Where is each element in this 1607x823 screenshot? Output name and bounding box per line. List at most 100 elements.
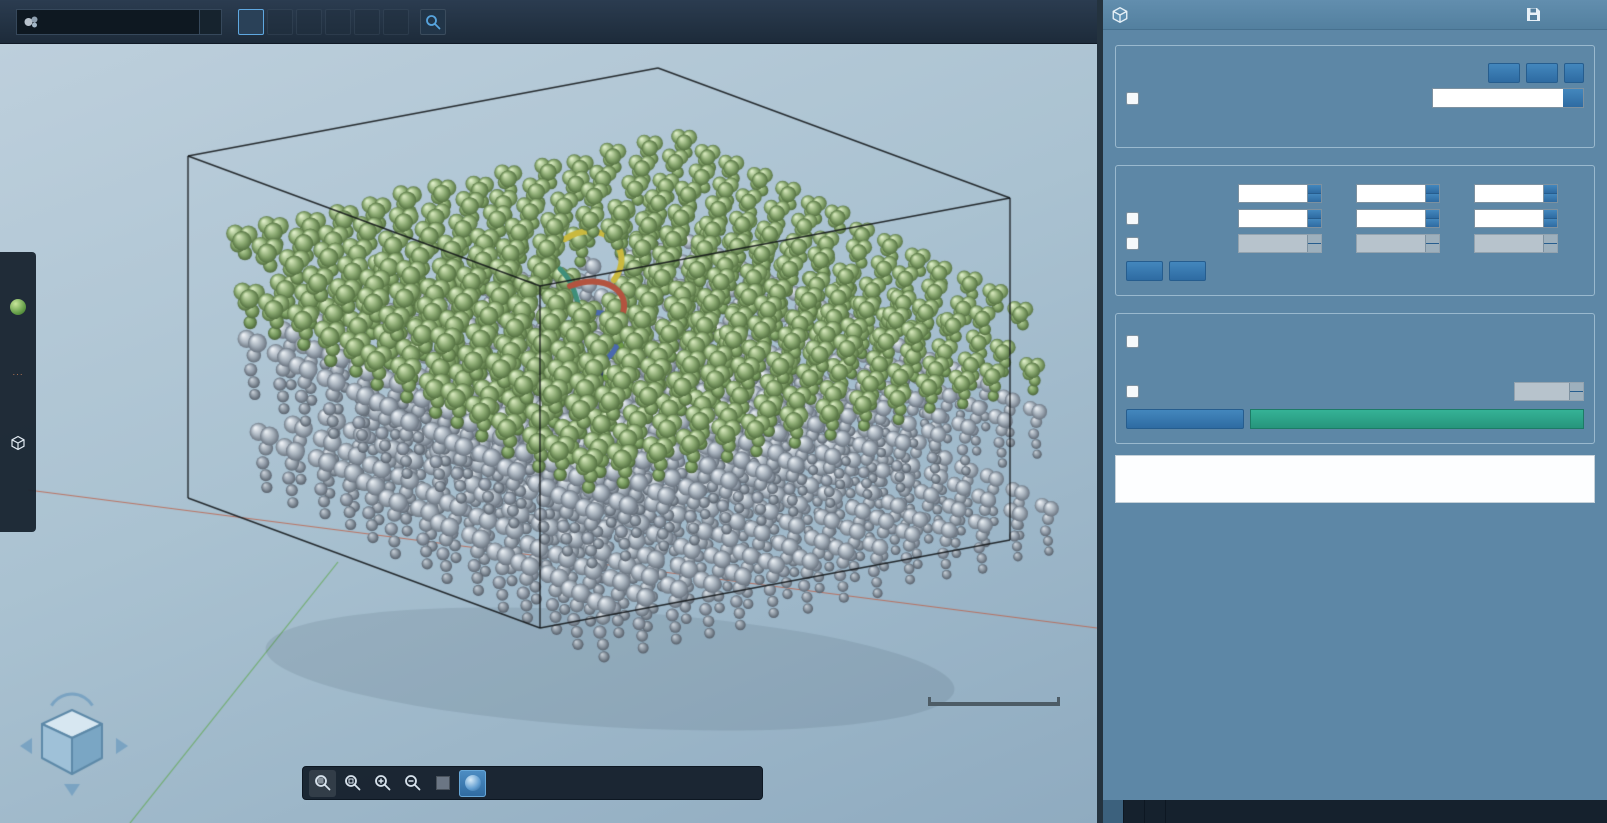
render-preset-button[interactable] [549, 770, 576, 797]
box-tool-button[interactable] [3, 427, 33, 459]
fragment-icon [10, 299, 26, 315]
viewport-layout-button[interactable] [609, 770, 636, 797]
scale-bar-line [928, 697, 1060, 706]
play-button[interactable] [729, 770, 756, 797]
spin-up-icon[interactable] [1544, 185, 1557, 194]
max-capacity-row [1126, 356, 1584, 376]
display-list-button[interactable] [639, 770, 666, 797]
zoom-out-icon [404, 774, 422, 792]
generate-progress-bar [1250, 409, 1584, 429]
cube-icon [10, 435, 26, 451]
max-generate-spinbox [1514, 382, 1584, 401]
edit-tool-button[interactable] [3, 257, 33, 289]
fullscreen-button[interactable] [699, 770, 726, 797]
camera-view-button[interactable] [579, 770, 606, 797]
viewport-area: ··· [0, 0, 1097, 823]
spin-up-icon [1426, 235, 1439, 244]
zoom-in-button[interactable] [369, 770, 396, 797]
size-x-spinbox[interactable] [1238, 184, 1322, 203]
set-molecule-button[interactable] [1488, 63, 1520, 83]
helix-tool-button[interactable] [3, 461, 33, 493]
insert-molecules-panel [1103, 0, 1607, 823]
deselect-button[interactable] [267, 9, 293, 35]
generate-button[interactable] [1126, 409, 1244, 429]
spin-down-icon [1308, 244, 1321, 252]
hide-box-button[interactable] [1169, 261, 1206, 281]
select-similar-button[interactable] [354, 9, 380, 35]
grow-selection-button[interactable] [383, 9, 409, 35]
zoom-region-button[interactable] [309, 770, 336, 797]
gromacs-tool-button[interactable] [3, 325, 33, 357]
group-select-button[interactable] [238, 9, 264, 35]
center-z-spinbox[interactable] [1474, 209, 1558, 228]
tab-inspector[interactable] [1145, 800, 1166, 823]
expand-selection-button[interactable] [325, 9, 351, 35]
visibility-button[interactable] [669, 770, 696, 797]
size-y-spinbox[interactable] [1356, 184, 1440, 203]
size-z-spinbox[interactable] [1474, 184, 1558, 203]
spin-up-icon[interactable] [1426, 210, 1439, 219]
fragment-tool-button[interactable] [3, 291, 33, 323]
clear-molecule-button[interactable] [1564, 63, 1584, 83]
close-button[interactable] [1579, 5, 1599, 25]
grid-plane-button[interactable] [489, 770, 516, 797]
molecule-box-size-row [1126, 113, 1584, 133]
spin-up-icon[interactable] [1308, 210, 1321, 219]
atoms-tool-button[interactable] [3, 393, 33, 425]
center-checkbox[interactable] [1126, 212, 1139, 225]
application-window: ··· [0, 0, 1607, 823]
spin-down-icon[interactable] [1426, 194, 1439, 202]
angstrom-scale-button[interactable] [519, 770, 546, 797]
top-toolbar [0, 0, 1097, 44]
spin-up-icon[interactable] [1544, 210, 1557, 219]
spin-up-icon[interactable] [1426, 185, 1439, 194]
select-molecule-button[interactable] [1526, 63, 1558, 83]
zoom-out-button[interactable] [399, 770, 426, 797]
spin-down-icon [1426, 244, 1439, 252]
margin-x-spinbox [1238, 234, 1322, 253]
clash-detection-checkbox[interactable] [1126, 335, 1139, 348]
tab-insert-molecules-in-box[interactable] [1103, 800, 1124, 823]
spin-up-icon [1570, 383, 1583, 392]
left-toolbar: ··· [0, 252, 36, 532]
select-parent-button[interactable] [296, 9, 322, 35]
margin-checkbox[interactable] [1126, 237, 1139, 250]
spin-down-icon [1544, 244, 1557, 252]
panel-header [1103, 0, 1607, 30]
spin-down-icon [1570, 392, 1583, 400]
export-tool-button[interactable] [3, 495, 33, 527]
spin-down-icon[interactable] [1426, 219, 1439, 227]
generate-section [1115, 313, 1595, 444]
search-button[interactable] [420, 9, 446, 35]
center-row [1126, 208, 1584, 228]
viewport-3d[interactable]: ··· [0, 44, 1097, 823]
zoom-selection-button[interactable] [339, 770, 366, 797]
align-axis-dropdown[interactable] [1432, 88, 1584, 108]
selection-filter-dropdown[interactable] [16, 9, 222, 35]
align-checkbox[interactable] [1126, 92, 1139, 105]
show-box-button[interactable] [1126, 261, 1163, 281]
tab-assets-home[interactable] [1124, 800, 1145, 823]
spin-up-icon[interactable] [1308, 185, 1321, 194]
background-toggle-button[interactable] [429, 770, 456, 797]
insert-molecules-icon [1111, 6, 1129, 24]
help-button[interactable] [1551, 5, 1571, 25]
spin-down-icon[interactable] [1544, 194, 1557, 202]
molecular-scene-canvas[interactable] [0, 44, 1097, 823]
save-button[interactable] [1523, 5, 1543, 25]
spin-down-icon[interactable] [1308, 219, 1321, 227]
render-sphere-button[interactable] [459, 770, 486, 797]
spin-down-icon[interactable] [1308, 194, 1321, 202]
max-generate-checkbox[interactable] [1126, 385, 1139, 398]
generate-row [1126, 409, 1584, 429]
hbond-dots-icon: ··· [13, 372, 24, 377]
center-y-spinbox[interactable] [1356, 209, 1440, 228]
spin-down-icon[interactable] [1544, 219, 1557, 227]
margin-row [1126, 233, 1584, 253]
hbond-tool-button[interactable]: ··· [3, 359, 33, 391]
molecule-row [1126, 63, 1584, 83]
size-row [1126, 183, 1584, 203]
spin-up-icon [1544, 235, 1557, 244]
clash-detection-row [1126, 331, 1584, 351]
center-x-spinbox[interactable] [1238, 209, 1322, 228]
